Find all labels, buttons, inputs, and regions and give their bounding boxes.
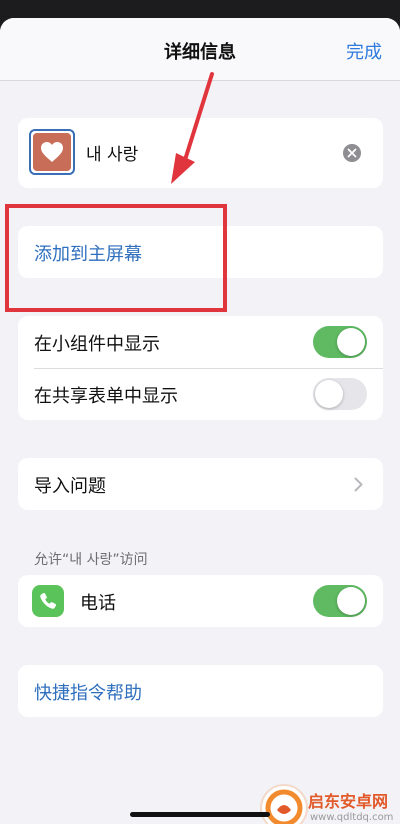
add-to-home-card: 添加到主屏幕 bbox=[18, 226, 383, 278]
permissions-card: 电话 bbox=[18, 575, 383, 627]
toggle-knob bbox=[315, 380, 343, 408]
heart-icon bbox=[41, 142, 63, 162]
done-button[interactable]: 完成 bbox=[346, 38, 382, 64]
clear-name-button[interactable] bbox=[343, 144, 361, 162]
watermark-logo bbox=[262, 786, 306, 824]
watermark-url: www.qdltdq.com bbox=[310, 812, 394, 823]
phone-permission-toggle[interactable] bbox=[313, 585, 367, 617]
chevron-right-icon bbox=[354, 477, 363, 492]
permissions-caption: 允许“내 사랑”访问 bbox=[34, 552, 148, 568]
shortcut-name-card: 내 사랑 bbox=[18, 118, 383, 188]
widget-toggle[interactable] bbox=[313, 326, 367, 358]
watermark-title: 启东安卓网 bbox=[308, 792, 389, 811]
toggle-label-widget: 在小组件中显示 bbox=[34, 334, 160, 355]
help-card: 快捷指令帮助 bbox=[18, 665, 383, 717]
permission-row-phone: 电话 bbox=[18, 575, 383, 627]
help-row[interactable]: 快捷指令帮助 bbox=[18, 665, 383, 717]
add-to-home-row[interactable]: 添加到主屏幕 bbox=[18, 226, 383, 278]
phone-icon bbox=[40, 592, 57, 609]
nav-bar: 详细信息 完成 bbox=[0, 18, 400, 81]
shortcut-name-input[interactable]: 내 사랑 bbox=[86, 140, 138, 165]
toggle-row-widget: 在小组件中显示 bbox=[18, 316, 383, 368]
close-icon bbox=[347, 148, 357, 158]
import-questions-label: 导入问题 bbox=[34, 476, 106, 497]
phone-app-icon bbox=[32, 585, 64, 617]
toggle-knob bbox=[337, 587, 365, 615]
page-title: 详细信息 bbox=[164, 42, 236, 63]
share-sheet-toggle[interactable] bbox=[313, 378, 367, 410]
home-indicator[interactable] bbox=[130, 812, 270, 817]
watermark: 启东安卓网 www.qdltdq.com bbox=[262, 786, 400, 824]
toggle-knob bbox=[337, 328, 365, 356]
details-sheet: 详细信息 完成 내 사랑 添加到主屏幕 在小组件中显示 在共享表单中显示 导入问… bbox=[0, 18, 400, 824]
import-questions-card: 导入问题 bbox=[18, 458, 383, 510]
shortcut-icon-tile bbox=[33, 133, 71, 171]
toggle-label-share-sheet: 在共享表单中显示 bbox=[34, 386, 178, 407]
shortcuts-help-link[interactable]: 快捷指令帮助 bbox=[34, 679, 142, 705]
toggle-row-share-sheet: 在共享表单中显示 bbox=[18, 368, 383, 420]
shortcut-icon-button[interactable] bbox=[29, 129, 75, 175]
watermark-logo-icon bbox=[265, 789, 303, 824]
import-questions-row[interactable]: 导入问题 bbox=[18, 458, 383, 510]
add-to-home-link[interactable]: 添加到主屏幕 bbox=[34, 240, 142, 266]
visibility-card: 在小组件中显示 在共享表单中显示 bbox=[18, 316, 383, 420]
permission-label-phone: 电话 bbox=[80, 593, 116, 614]
